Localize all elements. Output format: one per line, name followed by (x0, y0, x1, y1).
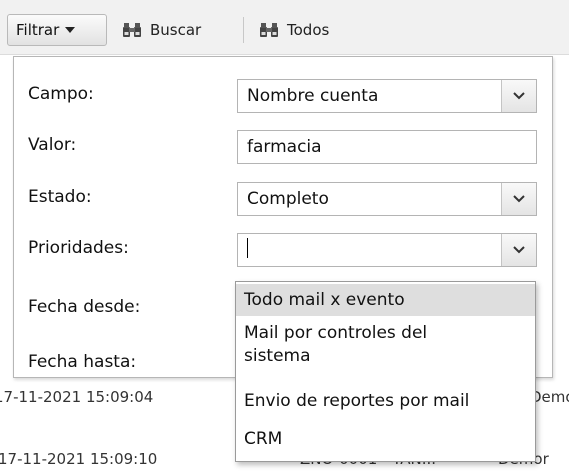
row-date: 17-11-2021 15:09:04 (0, 388, 154, 406)
valor-label: Valor: (28, 135, 77, 155)
binoculars-icon (260, 23, 278, 37)
list-item[interactable]: Todo mail x evento (236, 284, 535, 316)
chevron-down-icon (513, 92, 525, 100)
caret-down-icon (65, 27, 76, 33)
toolbar: Filtrar Buscar Todos (0, 0, 569, 55)
list-item[interactable]: Mail por controles del sistema (236, 322, 496, 368)
fecha-desde-label: Fecha desde: (28, 297, 141, 317)
list-item[interactable]: CRM (236, 428, 535, 450)
todos-label: Todos (287, 21, 330, 39)
row-date: 17-11-2021 15:09:10 (0, 450, 158, 468)
campo-select[interactable]: Nombre cuenta (237, 79, 537, 113)
list-item[interactable]: Envio de reportes por mail (236, 390, 535, 412)
todos-button[interactable]: Todos (259, 14, 329, 46)
prioridades-select[interactable] (237, 233, 537, 267)
estado-label: Estado: (28, 187, 92, 207)
prioridades-dropdown-list: Todo mail x evento Mail por controles de… (235, 281, 536, 462)
valor-value: farmacia (247, 137, 322, 157)
valor-input[interactable]: farmacia (237, 130, 537, 164)
dropdown-arrow-button[interactable] (501, 80, 536, 112)
dropdown-arrow-button[interactable] (501, 183, 536, 215)
prioridades-label: Prioridades: (28, 238, 129, 258)
chevron-down-icon (513, 246, 525, 254)
campo-value: Nombre cuenta (247, 86, 379, 106)
buscar-button[interactable]: Buscar (122, 14, 201, 46)
prioridades-value (247, 237, 501, 263)
estado-value: Completo (247, 189, 329, 209)
fecha-hasta-label: Fecha hasta: (28, 352, 137, 372)
binoculars-icon (123, 23, 141, 37)
filtrar-label: Filtrar (16, 21, 60, 39)
chevron-down-icon (513, 195, 525, 203)
filtrar-button[interactable]: Filtrar (7, 14, 107, 46)
campo-label: Campo: (28, 84, 94, 104)
estado-select[interactable]: Completo (237, 182, 537, 216)
toolbar-divider (243, 17, 244, 43)
buscar-label: Buscar (150, 21, 202, 39)
text-cursor (247, 237, 248, 258)
dropdown-arrow-button[interactable] (501, 234, 536, 266)
